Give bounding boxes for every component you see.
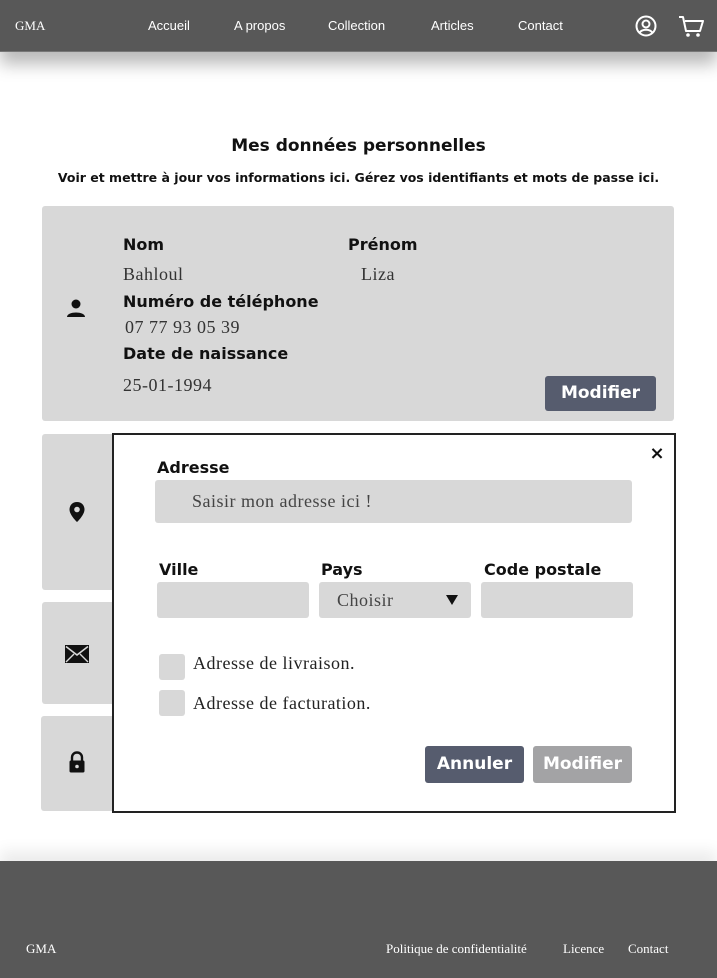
nav-item-accueil[interactable]: Accueil bbox=[148, 18, 190, 33]
cancel-button[interactable]: Annuler bbox=[425, 746, 524, 783]
modify-address-button[interactable]: Modifier bbox=[533, 746, 632, 783]
prenom-label: Prénom bbox=[348, 235, 418, 254]
city-input[interactable] bbox=[157, 582, 309, 618]
page-subtitle: Voir et mettre à jour vos informations i… bbox=[57, 170, 660, 185]
footer-link-contact[interactable]: Contact bbox=[628, 941, 668, 957]
country-select[interactable]: Choisir bbox=[319, 582, 471, 618]
delivery-address-checkbox[interactable] bbox=[159, 654, 185, 680]
nav-item-articles[interactable]: Articles bbox=[431, 18, 474, 33]
location-pin-icon bbox=[69, 502, 85, 522]
dropdown-arrow-icon bbox=[446, 595, 458, 605]
cart-icon[interactable] bbox=[678, 13, 704, 39]
lock-icon bbox=[69, 751, 85, 773]
address-modal: × Adresse Saisir mon adresse ici ! Ville… bbox=[112, 433, 676, 813]
nav-item-contact[interactable]: Contact bbox=[518, 18, 563, 33]
envelope-icon bbox=[65, 645, 89, 663]
close-icon[interactable]: × bbox=[647, 443, 667, 465]
nom-label: Nom bbox=[123, 235, 165, 254]
phone-label: Numéro de téléphone bbox=[123, 292, 319, 311]
email-card bbox=[42, 602, 122, 704]
footer-brand[interactable]: GMA bbox=[26, 941, 56, 957]
page-title: Mes données personnelles bbox=[231, 136, 486, 156]
address-card bbox=[42, 434, 122, 590]
billing-address-label: Adresse de facturation. bbox=[193, 693, 371, 713]
address-input[interactable]: Saisir mon adresse ici ! bbox=[155, 480, 632, 523]
country-label: Pays bbox=[321, 560, 363, 579]
nav-item-a-propos[interactable]: A propos bbox=[234, 18, 285, 33]
city-label: Ville bbox=[159, 560, 199, 579]
modify-personal-button[interactable]: Modifier bbox=[545, 376, 656, 411]
nav-item-collection[interactable]: Collection bbox=[328, 18, 385, 33]
address-placeholder: Saisir mon adresse ici ! bbox=[192, 491, 372, 511]
address-label: Adresse bbox=[157, 458, 230, 477]
postal-code-label: Code postale bbox=[484, 560, 602, 579]
billing-address-checkbox[interactable] bbox=[159, 690, 185, 716]
country-selected-value: Choisir bbox=[337, 590, 394, 610]
footer-link-privacy[interactable]: Politique de confidentialité bbox=[386, 941, 527, 957]
birthdate-label: Date de naissance bbox=[123, 344, 289, 363]
brand-logo[interactable]: GMA bbox=[15, 18, 45, 34]
postal-code-input[interactable] bbox=[481, 582, 633, 618]
person-icon bbox=[67, 299, 85, 317]
footer: GMA Politique de confidentialité Licence… bbox=[0, 861, 717, 978]
top-navbar: GMA Accueil A propos Collection Articles… bbox=[0, 0, 717, 52]
birthdate-value: 25-01-1994 bbox=[123, 375, 212, 395]
user-circle-icon[interactable] bbox=[633, 13, 659, 39]
prenom-value: Liza bbox=[361, 264, 395, 284]
footer-link-license[interactable]: Licence bbox=[563, 941, 604, 957]
phone-value: 07 77 93 05 39 bbox=[125, 317, 240, 337]
password-card bbox=[41, 716, 121, 811]
personal-info-card: Nom Bahloul Prénom Liza Numéro de téléph… bbox=[42, 206, 674, 421]
delivery-address-label: Adresse de livraison. bbox=[193, 653, 355, 673]
nom-value: Bahloul bbox=[123, 264, 184, 284]
